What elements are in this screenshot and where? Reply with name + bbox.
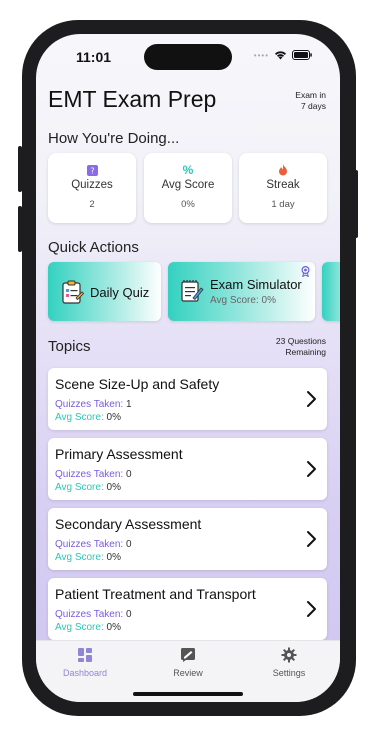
tab-review-label: Review — [173, 668, 203, 678]
stat-label: Streak — [266, 179, 300, 191]
stat-value: 0% — [181, 199, 195, 210]
quizzes-taken-label: Quizzes Taken: — [55, 539, 124, 550]
avg-score-value: 0% — [106, 622, 121, 633]
topic-avg-score: Avg Score: 0% — [55, 622, 121, 633]
stat-label: Avg Score — [161, 179, 215, 191]
tab-settings[interactable]: Settings — [249, 647, 329, 678]
quizzes-taken-value: 0 — [125, 539, 132, 550]
flame-icon — [277, 164, 289, 176]
questions-remaining: 23 Questions Remaining — [276, 336, 326, 358]
page-title: EMT Exam Prep — [48, 86, 217, 112]
topic-avg-score: Avg Score: 0% — [55, 482, 121, 493]
avg-score-value: 0% — [106, 482, 121, 493]
stat-card-avg-score[interactable]: % Avg Score 0% — [144, 153, 232, 223]
quizzes-taken-value: 0 — [125, 609, 132, 620]
exam-countdown-label: Exam in — [295, 90, 326, 100]
status-bar: 11:01 •••• — [36, 34, 340, 78]
app-screen: 11:01 •••• EMT Exam Prep Exam in 7 days … — [36, 34, 340, 702]
topics-title: Topics — [48, 338, 91, 355]
award-icon — [301, 266, 310, 277]
avg-score-value: 0% — [106, 552, 121, 563]
topic-card[interactable]: Secondary Assessment Quizzes Taken: 0 Av… — [48, 508, 327, 570]
exam-simulator-avg-score: Avg Score: 0% — [210, 295, 276, 306]
questions-remaining-count: 23 Questions — [275, 336, 326, 346]
avg-score-label: Avg Score: — [55, 482, 104, 493]
daily-quiz-label: Daily Quiz — [90, 285, 150, 300]
daily-quiz-button[interactable]: Daily Quiz — [48, 262, 161, 321]
stat-label: Quizzes — [71, 179, 113, 191]
status-time: 11:01 — [76, 49, 112, 65]
dynamic-island — [144, 44, 232, 70]
review-icon — [181, 648, 195, 662]
questions-remaining-label: Remaining — [285, 347, 326, 357]
stat-card-quizzes[interactable]: ? Quizzes 2 — [48, 153, 136, 223]
avg-score-value: 0% — [106, 412, 121, 423]
topic-quizzes-taken: Quizzes Taken: 0 — [55, 609, 132, 620]
quick-actions-title: Quick Actions — [48, 239, 139, 256]
topic-quizzes-taken: Quizzes Taken: 0 — [55, 539, 132, 550]
status-icons: •••• — [254, 50, 312, 60]
avg-score-label: Avg Score: — [55, 412, 104, 423]
tab-bar: Dashboard Review Settings — [36, 640, 340, 702]
stat-value: 1 day — [271, 199, 295, 210]
avg-score-label: Avg Score: — [55, 622, 104, 633]
notepad-icon — [181, 280, 204, 302]
exam-countdown: Exam in 7 days — [295, 90, 326, 112]
dashboard-icon — [78, 648, 92, 662]
quizzes-taken-label: Quizzes Taken: — [55, 469, 124, 480]
exam-countdown-days: 7 days — [300, 101, 326, 111]
side-button-right — [354, 170, 358, 238]
chevron-right-icon — [307, 391, 316, 407]
stats-section-title: How You're Doing... — [48, 130, 180, 147]
chevron-right-icon — [307, 461, 316, 477]
home-indicator[interactable] — [133, 692, 243, 696]
quizzes-taken-label: Quizzes Taken: — [55, 399, 124, 410]
clipboard-icon — [62, 280, 84, 304]
chevron-right-icon — [307, 531, 316, 547]
topic-card[interactable]: Primary Assessment Quizzes Taken: 0 Avg … — [48, 438, 327, 500]
wifi-icon — [275, 51, 286, 60]
topic-name: Primary Assessment — [55, 446, 183, 462]
quizzes-taken-label: Quizzes Taken: — [55, 609, 124, 620]
topic-name: Patient Treatment and Transport — [55, 586, 256, 602]
quizzes-taken-value: 1 — [125, 399, 132, 410]
tab-dashboard-label: Dashboard — [62, 668, 108, 678]
tab-settings-label: Settings — [272, 668, 306, 678]
stat-value: 2 — [89, 199, 95, 210]
signal-icon: •••• — [253, 50, 269, 60]
topic-avg-score: Avg Score: 0% — [55, 552, 121, 563]
tab-review[interactable]: Review — [148, 647, 228, 678]
stat-card-streak[interactable]: Streak 1 day — [239, 153, 327, 223]
side-button-left-2 — [18, 206, 22, 252]
topic-quizzes-taken: Quizzes Taken: 0 — [55, 469, 132, 480]
side-button-left-1 — [18, 146, 22, 192]
chevron-right-icon — [307, 601, 316, 617]
percent-icon: % — [182, 163, 194, 177]
svg-text:?: ? — [90, 166, 94, 175]
topic-avg-score: Avg Score: 0% — [55, 412, 121, 423]
quiz-icon: ? — [86, 164, 98, 176]
quick-action-more[interactable] — [322, 262, 340, 321]
topic-name: Secondary Assessment — [55, 516, 202, 532]
topic-quizzes-taken: Quizzes Taken: 1 — [55, 399, 132, 410]
topic-card[interactable]: Patient Treatment and Transport Quizzes … — [48, 578, 327, 640]
avg-score-label: Avg Score: — [55, 552, 104, 563]
topic-name: Scene Size-Up and Safety — [55, 376, 220, 392]
battery-icon — [292, 50, 312, 60]
gear-icon — [281, 647, 297, 663]
quizzes-taken-value: 0 — [125, 469, 132, 480]
exam-simulator-label: Exam Simulator — [210, 277, 302, 292]
exam-simulator-button[interactable]: Exam Simulator Avg Score: 0% — [168, 262, 315, 321]
tab-dashboard[interactable]: Dashboard — [45, 647, 125, 678]
topic-card[interactable]: Scene Size-Up and Safety Quizzes Taken: … — [48, 368, 327, 430]
